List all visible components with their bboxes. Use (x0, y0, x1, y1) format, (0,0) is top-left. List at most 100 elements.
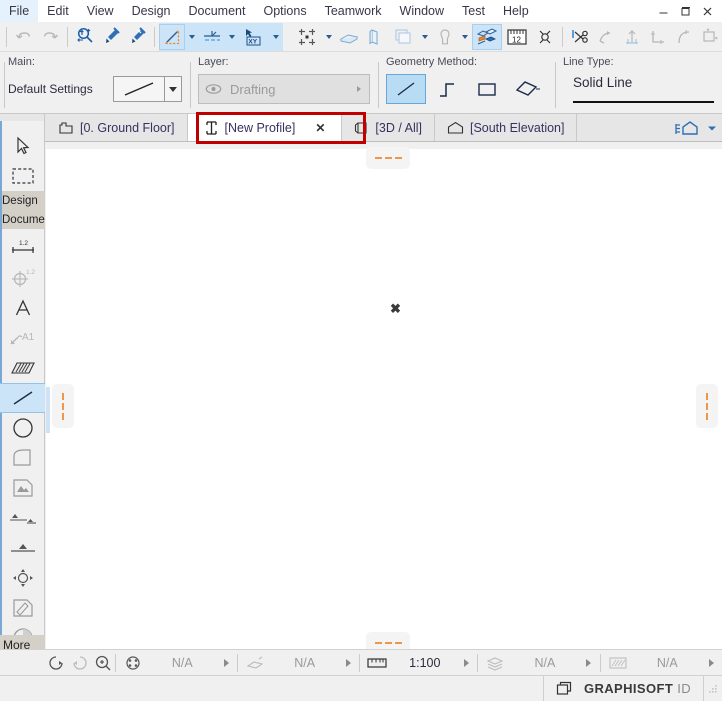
menu-item-edit[interactable]: Edit (38, 0, 78, 22)
layer-dropdown[interactable]: Drafting (198, 74, 370, 104)
grid-snap-icon[interactable] (292, 24, 322, 50)
redo-icon[interactable] (37, 24, 63, 50)
renovation-filter-field[interactable]: N/A (601, 651, 722, 675)
graphisoft-id-button[interactable]: GRAPHISOFT ID (542, 675, 704, 701)
line-preview-icon[interactable] (113, 76, 165, 102)
single-line-method[interactable] (386, 74, 427, 104)
circle-tool[interactable] (0, 413, 45, 443)
dimension-tool[interactable]: 1.2 (0, 233, 45, 263)
polyline-method[interactable] (426, 74, 466, 104)
curve-icon[interactable] (671, 24, 697, 50)
info-box: Main: Default Settings Layer: Drafting G… (0, 52, 722, 114)
drawing-tool[interactable] (0, 593, 45, 623)
layer-combination-dropdown[interactable] (582, 659, 596, 667)
offset-icon[interactable] (697, 24, 722, 50)
project-chooser-dropdown[interactable] (706, 123, 718, 133)
line-type-selector[interactable]: Solid Line (563, 72, 714, 108)
arrow-tool[interactable] (0, 131, 45, 161)
magic-wand-dropdown[interactable] (458, 24, 472, 50)
magic-wand-icon[interactable] (432, 24, 458, 50)
3d-cutaway-icon[interactable] (472, 23, 502, 50)
stories-dropdown[interactable] (418, 24, 432, 50)
elevation-marker-tool[interactable] (0, 533, 45, 563)
menu-item-file[interactable]: File (0, 0, 39, 22)
layer-combination-field[interactable]: N/A (478, 651, 599, 675)
menu-item-help[interactable]: Help (494, 0, 538, 22)
grid-snap-dropdown[interactable] (322, 24, 336, 50)
project-chooser-icon[interactable] (674, 119, 704, 137)
measure-ruler-icon[interactable]: 12 (502, 24, 532, 50)
menu-item-teamwork[interactable]: Teamwork (316, 0, 391, 22)
level-dimension-tool[interactable] (0, 503, 45, 533)
stories-icon[interactable] (388, 24, 418, 50)
rotated-rectangle-method[interactable] (507, 74, 547, 104)
tab-new-profile[interactable]: [New Profile] ✕ (187, 114, 343, 141)
coordinate-xy-dropdown[interactable] (269, 24, 283, 50)
drafting-guide-dropdown[interactable] (185, 24, 199, 50)
menu-item-test[interactable]: Test (453, 0, 494, 22)
zoom-in-icon[interactable] (91, 651, 114, 675)
rectangle-method[interactable] (467, 74, 507, 104)
design-section-header[interactable]: Design (0, 191, 45, 210)
guide-line-dropdown[interactable] (225, 24, 239, 50)
minimize-button[interactable] (652, 0, 674, 22)
marquee-crosshair-icon[interactable] (532, 24, 558, 50)
trim-scissors-icon[interactable] (567, 24, 593, 50)
pen-set-field[interactable]: N/A (116, 651, 237, 675)
arc-tool[interactable] (0, 443, 45, 473)
pen-set-dropdown[interactable] (219, 659, 233, 667)
drafting-guide-icon[interactable] (159, 23, 185, 50)
figure-tool[interactable] (0, 473, 45, 503)
label-tool[interactable]: A1 (0, 323, 45, 353)
tab-close-icon[interactable]: ✕ (315, 121, 325, 135)
text-tool[interactable] (0, 293, 45, 323)
wall-reference-icon[interactable] (362, 24, 388, 50)
layer-combination-value: N/A (534, 655, 556, 670)
document-section-header[interactable]: Docume (0, 210, 45, 229)
tab-label: [0. Ground Floor] (80, 120, 175, 135)
tab-label: [New Profile] (224, 120, 296, 135)
tab-ground-floor[interactable]: [0. Ground Floor] (45, 114, 188, 141)
scale-dropdown[interactable] (459, 659, 473, 667)
menu-item-document[interactable]: Document (180, 0, 255, 22)
close-button[interactable] (696, 0, 718, 22)
scale-field[interactable]: 1:100 (360, 651, 477, 675)
eyedropper-inject-icon[interactable] (124, 24, 150, 50)
menu-item-window[interactable]: Window (391, 0, 453, 22)
layer-value: Drafting (230, 81, 276, 97)
menu-item-design[interactable]: Design (123, 0, 180, 22)
line-settings-dropdown[interactable] (165, 76, 182, 102)
hotspot-tool[interactable] (0, 563, 45, 593)
model-view-field[interactable]: N/A (238, 651, 359, 675)
next-view-icon[interactable] (68, 651, 91, 675)
fill-tool[interactable] (0, 353, 45, 383)
status-bar: N/A N/A 1:100 N/A N/A (45, 649, 722, 675)
layers-icon (482, 651, 508, 675)
marquee-tool[interactable] (0, 161, 45, 191)
menu-bar: File Edit View Design Document Options T… (0, 0, 722, 22)
guide-line-icon[interactable] (199, 24, 225, 50)
adjust-icon[interactable] (593, 24, 619, 50)
eyedropper-pick-icon[interactable] (98, 24, 124, 50)
coordinate-xy-icon[interactable]: XY (239, 24, 269, 50)
tab-3d-all[interactable]: [3D / All] (342, 114, 435, 141)
windows-cascade-icon (556, 681, 574, 697)
maximize-button[interactable] (674, 0, 696, 22)
menu-item-options[interactable]: Options (254, 0, 315, 22)
find-select-icon[interactable] (72, 24, 98, 50)
resize-grip[interactable] (708, 684, 718, 694)
tab-south-elevation[interactable]: [South Elevation] (434, 114, 578, 141)
line-tool[interactable] (0, 383, 45, 413)
top-boundary-marker (366, 147, 410, 169)
undo-icon[interactable] (11, 24, 37, 50)
model-view-dropdown[interactable] (341, 659, 355, 667)
menu-item-view[interactable]: View (78, 0, 123, 22)
graphisoft-bold-text: GRAPHISOFT (583, 681, 674, 696)
stretch-icon[interactable] (619, 24, 645, 50)
slab-reference-icon[interactable] (336, 24, 362, 50)
renovation-filter-dropdown[interactable] (704, 659, 718, 667)
drawing-canvas[interactable]: ✖ (46, 147, 722, 654)
previous-view-icon[interactable] (45, 651, 68, 675)
fillet-corner-icon[interactable] (645, 24, 671, 50)
radial-dimension-tool[interactable]: 1.2 (0, 263, 45, 293)
